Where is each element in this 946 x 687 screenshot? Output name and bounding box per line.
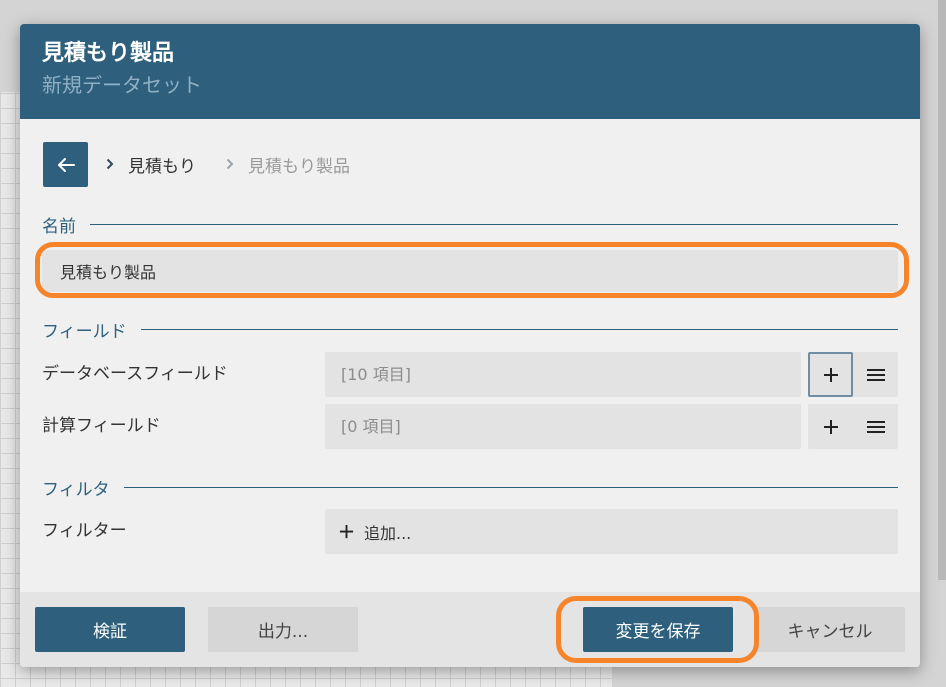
hamburger-menu-icon: [866, 368, 885, 381]
plus-icon: [339, 524, 354, 539]
breadcrumb-item-current: 見積もり製品: [248, 157, 350, 177]
chevron-right-icon: [106, 155, 114, 174]
breadcrumb-item-parent[interactable]: 見積もり: [128, 152, 196, 177]
dialog-footer: 検証 出力... 変更を保存 キャンセル: [20, 592, 920, 667]
section-title-filter: フィルタ: [42, 475, 898, 500]
back-button[interactable]: [43, 142, 88, 187]
section-label: フィルタ: [42, 480, 110, 500]
dataset-dialog: 見積もり製品 新規データセット 見積もり 見積もり製品 名前 見積もり製品 フィ…: [20, 24, 920, 667]
export-button[interactable]: 出力...: [208, 607, 358, 652]
save-changes-button[interactable]: 変更を保存: [583, 607, 733, 652]
add-filter-button[interactable]: 追加...: [325, 509, 898, 554]
section-label: フィールド: [42, 322, 127, 342]
dialog-header: 見積もり製品 新規データセット: [20, 24, 920, 119]
database-fields-value[interactable]: [10 項目]: [325, 352, 801, 397]
section-divider: [123, 487, 898, 488]
row-label: フィルター: [42, 521, 127, 541]
add-filter-label: 追加...: [364, 523, 412, 543]
filter-row: フィルター 追加...: [42, 509, 898, 554]
validate-button[interactable]: 検証: [35, 607, 185, 652]
calculated-fields-row: 計算フィールド [0 項目]: [42, 404, 898, 449]
section-divider: [90, 224, 898, 225]
section-title-fields: フィールド: [42, 317, 898, 342]
calculated-fields-value[interactable]: [0 項目]: [325, 404, 801, 449]
section-divider: [140, 329, 898, 330]
plus-icon: [823, 419, 838, 434]
add-calculated-field-button[interactable]: [808, 404, 853, 449]
row-actions: [808, 404, 898, 449]
background-scrollbar: [938, 0, 946, 580]
database-fields-menu-button[interactable]: [853, 352, 898, 397]
database-fields-row: データベースフィールド [10 項目]: [42, 352, 898, 397]
section-title-name: 名前: [42, 212, 898, 237]
chevron-right-icon: [226, 155, 234, 174]
add-database-field-button[interactable]: [808, 352, 853, 397]
calculated-fields-menu-button[interactable]: [853, 404, 898, 449]
breadcrumb: 見積もり 見積もり製品: [43, 142, 350, 187]
dialog-title: 見積もり製品: [42, 41, 175, 66]
plus-icon: [823, 367, 838, 382]
name-input[interactable]: 見積もり製品: [42, 250, 898, 292]
arrow-left-icon: [57, 157, 75, 172]
row-actions: [808, 352, 898, 397]
row-label: 計算フィールド: [42, 416, 161, 436]
section-label: 名前: [42, 217, 76, 237]
cancel-button[interactable]: キャンセル: [755, 607, 905, 652]
dialog-subtitle: 新規データセット: [42, 73, 202, 97]
row-label: データベースフィールド: [42, 364, 228, 384]
hamburger-menu-icon: [866, 420, 885, 433]
